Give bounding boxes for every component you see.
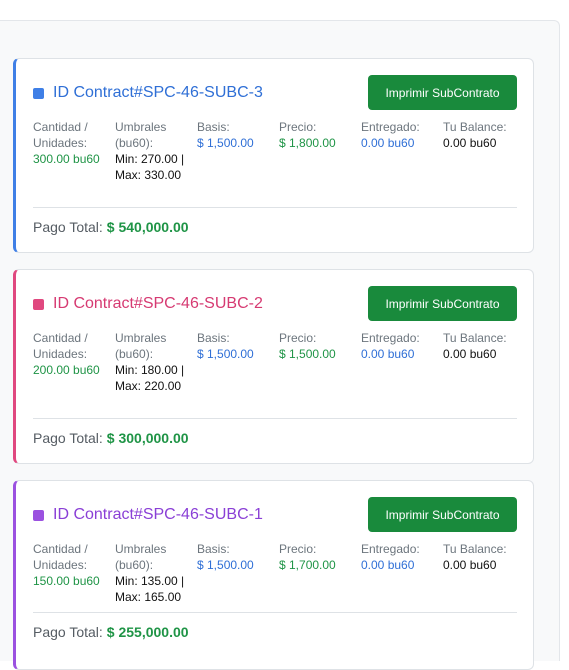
- delivered-label: Entregado:: [361, 120, 420, 134]
- price-label: Precio:: [279, 542, 317, 556]
- quantity-column: Cantidad / Unidades: 200.00 bu60: [33, 330, 115, 394]
- balance-column: Tu Balance: 0.00 bu60: [443, 119, 525, 183]
- basis-label: Basis:: [197, 331, 230, 345]
- balance-value: 0.00 bu60: [443, 136, 497, 150]
- card-header: ID Contract#SPC-46-SUBC-3: [33, 83, 263, 103]
- color-marker-icon: [33, 298, 44, 310]
- divider: [33, 207, 517, 208]
- price-label: Precio:: [279, 120, 317, 134]
- balance-label: Tu Balance:: [443, 542, 507, 556]
- quantity-label: Cantidad / Unidades:: [33, 331, 88, 361]
- color-marker-icon: [33, 87, 44, 99]
- thresholds-column: Umbrales (bu60): Min: 270.00 | Max: 330.…: [115, 119, 197, 183]
- basis-value: $ 1,500.00: [197, 136, 254, 150]
- delivered-column: Entregado: 0.00 bu60: [361, 119, 443, 183]
- print-subcontract-button[interactable]: Imprimir SubContrato: [368, 286, 517, 321]
- thresholds-column: Umbrales (bu60): Min: 135.00 | Max: 165.…: [115, 541, 197, 605]
- delivered-column: Entregado: 0.00 bu60: [361, 541, 443, 605]
- balance-label: Tu Balance:: [443, 331, 507, 345]
- print-subcontract-button[interactable]: Imprimir SubContrato: [368, 75, 517, 110]
- balance-column: Tu Balance: 0.00 bu60: [443, 330, 525, 394]
- quantity-value: 300.00 bu60: [33, 152, 100, 166]
- quantity-label: Cantidad / Unidades:: [33, 120, 88, 150]
- contract-title: ID Contract#SPC-46-SUBC-3: [53, 84, 263, 101]
- print-subcontract-button[interactable]: Imprimir SubContrato: [368, 497, 517, 532]
- total-payment-amount: $ 300,000.00: [106, 430, 189, 446]
- balance-column: Tu Balance: 0.00 bu60: [443, 541, 525, 605]
- price-column: Precio: $ 1,800.00: [279, 119, 361, 183]
- thresholds-label: Umbrales (bu60):: [115, 331, 167, 361]
- contract-details: Cantidad / Unidades: 150.00 bu60 Umbrale…: [33, 541, 525, 605]
- color-marker-icon: [33, 509, 44, 521]
- total-payment-amount: $ 255,000.00: [106, 624, 189, 640]
- basis-label: Basis:: [197, 120, 230, 134]
- contract-title: ID Contract#SPC-46-SUBC-2: [53, 295, 263, 312]
- thresholds-label: Umbrales (bu60):: [115, 120, 167, 150]
- subcontracts-panel: ID Contract#SPC-46-SUBC-3 Imprimir SubCo…: [0, 20, 560, 670]
- subcontract-card: ID Contract#SPC-46-SUBC-2 Imprimir SubCo…: [13, 269, 534, 464]
- delivered-column: Entregado: 0.00 bu60: [361, 330, 443, 394]
- divider: [33, 612, 517, 613]
- quantity-column: Cantidad / Unidades: 300.00 bu60: [33, 119, 115, 183]
- quantity-value: 150.00 bu60: [33, 574, 100, 588]
- price-column: Precio: $ 1,700.00: [279, 541, 361, 605]
- price-column: Precio: $ 1,500.00: [279, 330, 361, 394]
- basis-column: Basis: $ 1,500.00: [197, 330, 279, 394]
- subcontract-card: ID Contract#SPC-46-SUBC-3 Imprimir SubCo…: [13, 58, 534, 253]
- total-payment-amount: $ 540,000.00: [106, 219, 189, 235]
- delivered-value: 0.00 bu60: [361, 347, 415, 361]
- thresholds-value: Min: 135.00 | Max: 165.00: [115, 574, 185, 604]
- card-header: ID Contract#SPC-46-SUBC-1: [33, 505, 263, 525]
- total-payment-label: Pago Total:: [33, 624, 103, 640]
- total-payment: Pago Total: $ 255,000.00: [33, 624, 189, 640]
- contract-details: Cantidad / Unidades: 200.00 bu60 Umbrale…: [33, 330, 525, 394]
- basis-value: $ 1,500.00: [197, 347, 254, 361]
- total-payment-label: Pago Total:: [33, 219, 103, 235]
- thresholds-label: Umbrales (bu60):: [115, 542, 167, 572]
- delivered-label: Entregado:: [361, 542, 420, 556]
- delivered-label: Entregado:: [361, 331, 420, 345]
- total-payment: Pago Total: $ 540,000.00: [33, 219, 189, 235]
- basis-value: $ 1,500.00: [197, 558, 254, 572]
- quantity-value: 200.00 bu60: [33, 363, 100, 377]
- thresholds-value: Min: 180.00 | Max: 220.00: [115, 363, 185, 393]
- price-value: $ 1,700.00: [279, 558, 336, 572]
- basis-column: Basis: $ 1,500.00: [197, 119, 279, 183]
- thresholds-column: Umbrales (bu60): Min: 180.00 | Max: 220.…: [115, 330, 197, 394]
- price-value: $ 1,500.00: [279, 347, 336, 361]
- thresholds-value: Min: 270.00 | Max: 330.00: [115, 152, 185, 182]
- contract-details: Cantidad / Unidades: 300.00 bu60 Umbrale…: [33, 119, 525, 183]
- subcontract-card: ID Contract#SPC-46-SUBC-1 Imprimir SubCo…: [13, 480, 534, 670]
- balance-value: 0.00 bu60: [443, 558, 497, 572]
- basis-label: Basis:: [197, 542, 230, 556]
- price-value: $ 1,800.00: [279, 136, 336, 150]
- delivered-value: 0.00 bu60: [361, 558, 415, 572]
- card-header: ID Contract#SPC-46-SUBC-2: [33, 294, 263, 314]
- total-payment-label: Pago Total:: [33, 430, 103, 446]
- balance-value: 0.00 bu60: [443, 347, 497, 361]
- quantity-column: Cantidad / Unidades: 150.00 bu60: [33, 541, 115, 605]
- balance-label: Tu Balance:: [443, 120, 507, 134]
- price-label: Precio:: [279, 331, 317, 345]
- delivered-value: 0.00 bu60: [361, 136, 415, 150]
- basis-column: Basis: $ 1,500.00: [197, 541, 279, 605]
- total-payment: Pago Total: $ 300,000.00: [33, 430, 189, 446]
- divider: [33, 418, 517, 419]
- contract-title: ID Contract#SPC-46-SUBC-1: [53, 506, 263, 523]
- quantity-label: Cantidad / Unidades:: [33, 542, 88, 572]
